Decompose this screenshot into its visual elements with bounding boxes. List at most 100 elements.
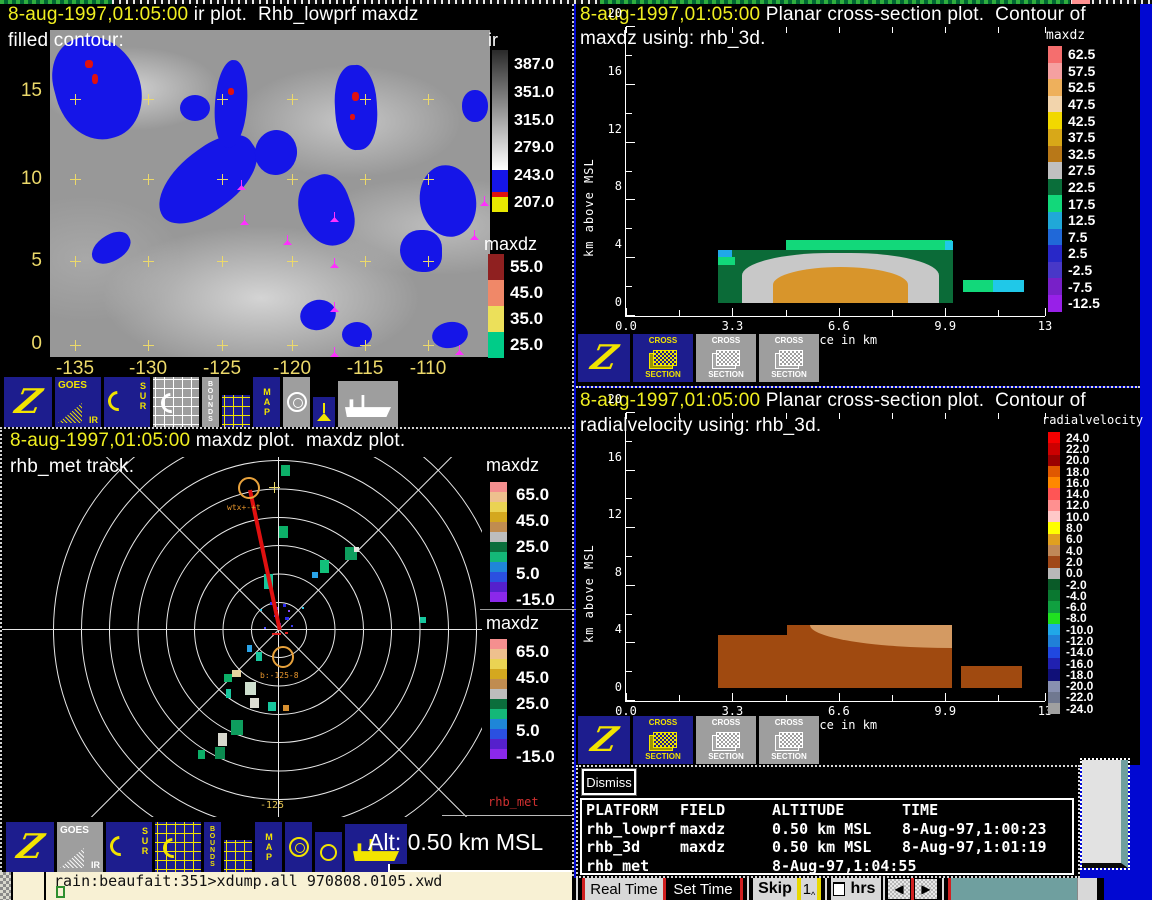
grid-plus-marker [217, 174, 228, 185]
zebra-logo-button[interactable]: Z [4, 377, 52, 427]
y-minor-tick [626, 556, 632, 557]
y-minor-tick [626, 441, 632, 442]
hours-units-button[interactable]: hrs [845, 878, 881, 900]
maxdz-colorbar-entry: 12.5 [1048, 212, 1100, 229]
background-window[interactable] [1082, 760, 1128, 868]
colorbar-swatch [490, 522, 507, 532]
radialvelocity-xsection-title: 8-aug-1997,01:05:00 Planar cross-section… [580, 390, 1086, 412]
maxdz-contour-region [993, 280, 1024, 292]
small-grid-button[interactable] [222, 395, 250, 427]
maxdz-colorbar-entry: -7.5 [1048, 278, 1100, 295]
ir-plot-panel: 8-aug-1997,01:05:00 ir plot. Rhb_lowprf … [0, 4, 574, 427]
goes-ir-button[interactable]: GOESIR [57, 822, 103, 872]
track-end-circle [272, 646, 294, 668]
circle-button[interactable] [315, 832, 342, 872]
polar-grid-button[interactable] [285, 822, 312, 872]
skip-value-input[interactable]: 1^ [801, 878, 817, 900]
step-forward-button[interactable]: ▶ [914, 878, 938, 900]
grid-radar-button[interactable] [153, 377, 199, 427]
zebra-logo-button[interactable]: Z [578, 334, 630, 382]
grid-plus-marker [143, 256, 154, 267]
map-button[interactable]: MAP [253, 377, 280, 427]
toolbar-filler [951, 878, 1077, 900]
ir-scale-value: 387.0 [514, 56, 554, 74]
grid-radar-button[interactable] [155, 822, 201, 872]
radar-plot-title: 8-aug-1997,01:05:00 maxdz plot. maxdz pl… [10, 430, 405, 452]
cloud-blob [143, 122, 272, 237]
ship-button[interactable] [338, 381, 398, 427]
terminal-cursor [56, 886, 65, 898]
polar-grid-button[interactable] [283, 377, 310, 427]
bounds-button[interactable]: BOUNDS [204, 822, 221, 872]
maxdz-contour-region [945, 241, 953, 250]
dismiss-button[interactable]: Dismiss [582, 769, 636, 795]
maxdz-xsection-plot[interactable]: 048121620 0.03.36.69.913 km above MSL Di… [625, 27, 1045, 317]
terminal-scrollbar[interactable] [0, 872, 13, 900]
zebra-logo-button[interactable]: Z [6, 822, 54, 872]
y-minor-tick [626, 614, 632, 615]
radar-echo-cell [218, 733, 227, 746]
longitude-label: -110 [398, 358, 458, 380]
maxdz-colorbar-entry: 17.5 [1048, 195, 1100, 212]
y-minor-tick [626, 228, 632, 229]
ir-plot-subtitle: filled contour: [8, 30, 124, 52]
cross-section-button[interactable]: CROSSSECTION [759, 334, 819, 382]
surveillance-radar-button[interactable]: SUR [104, 377, 150, 427]
radar-echo-cell [288, 610, 290, 612]
buoy-button[interactable] [313, 397, 335, 427]
radar-ppi-display[interactable]: wtx+-+t b:-125-8 -125 [2, 457, 482, 817]
grid-plus-marker [287, 256, 298, 267]
buoy-marker [470, 230, 479, 240]
divider [1097, 878, 1104, 900]
radar-maxdz-scale1-value: 25.0 [516, 537, 549, 557]
y-axis-name: km above MSL [582, 483, 596, 643]
buoy-marker [237, 180, 246, 190]
maxdz-xsection-title: 8-aug-1997,01:05:00 Planar cross-section… [580, 4, 1086, 26]
radar-echo-cell [279, 526, 288, 538]
radialvelocity-xsection-plot[interactable]: 048121620 0.03.36.69.913 km above MSL Di… [625, 413, 1045, 702]
radar-echo-cell [272, 633, 281, 635]
surveillance-radar-button[interactable]: SUR [106, 822, 152, 872]
buoy-marker [330, 212, 339, 222]
radar-dish-icon [106, 832, 134, 860]
ir-plot-timestamp: 8-aug-1997,01:05:00 [8, 4, 188, 25]
small-grid-button[interactable] [224, 840, 252, 872]
radar-maxdz-scale2-value: 5.0 [516, 721, 540, 741]
ir-panel-toolbar: Z GOESIR SUR BOUNDS MAP [4, 377, 398, 427]
map-button[interactable]: MAP [255, 822, 282, 872]
terminal-window[interactable]: rain:beaufait:351>xdump.all 970808.0105.… [0, 872, 572, 900]
colorbar-swatch [490, 729, 507, 739]
maxdz-colorbar-entry: 2.5 [1048, 245, 1100, 262]
maxdz-colorbar-title: maxdz [1046, 28, 1085, 43]
real-time-button[interactable]: Real Time [585, 878, 663, 900]
zebra-logo-button[interactable]: Z [578, 716, 630, 764]
radar-maxdz-scale1-title: maxdz [486, 455, 539, 476]
radar-echo-cell [285, 617, 289, 620]
radar-dish-icon [159, 834, 187, 862]
radialvelocity-colorbar-entry: -24.0 [1048, 703, 1093, 714]
satellite-image[interactable] [50, 30, 490, 357]
colorbar-swatch [490, 572, 507, 582]
buoy-marker [480, 196, 489, 206]
cross-section-button-active[interactable]: CROSSSECTION [633, 716, 693, 764]
cross-section-button[interactable]: CROSSSECTION [759, 716, 819, 764]
step-back-button[interactable]: ◀ [887, 878, 911, 900]
goes-ir-button[interactable]: GOESIR [55, 377, 101, 427]
grid-plus-marker [287, 174, 298, 185]
cross-section-button-active[interactable]: CROSSSECTION [633, 334, 693, 382]
cross-section-button[interactable]: CROSSSECTION [696, 334, 756, 382]
set-time-button[interactable]: Set Time [666, 878, 740, 900]
bounds-button[interactable]: BOUNDS [202, 377, 219, 427]
desktop: 8-aug-1997,01:05:00 ir plot. Rhb_lowprf … [0, 0, 1152, 900]
radar-axis-label: -125 [260, 800, 284, 811]
alt-window-edge [442, 815, 572, 816]
cross-section-button[interactable]: CROSSSECTION [696, 716, 756, 764]
colorbar-swatch [490, 679, 507, 689]
grid-plus-marker [70, 94, 81, 105]
grid-plus-marker [143, 174, 154, 185]
caret-icon: ^ [811, 890, 815, 900]
colorbar-swatch [490, 562, 507, 572]
skip-button[interactable]: Skip [753, 878, 797, 900]
radar-echo-cell [231, 720, 243, 735]
colorbar-swatch [490, 649, 507, 659]
